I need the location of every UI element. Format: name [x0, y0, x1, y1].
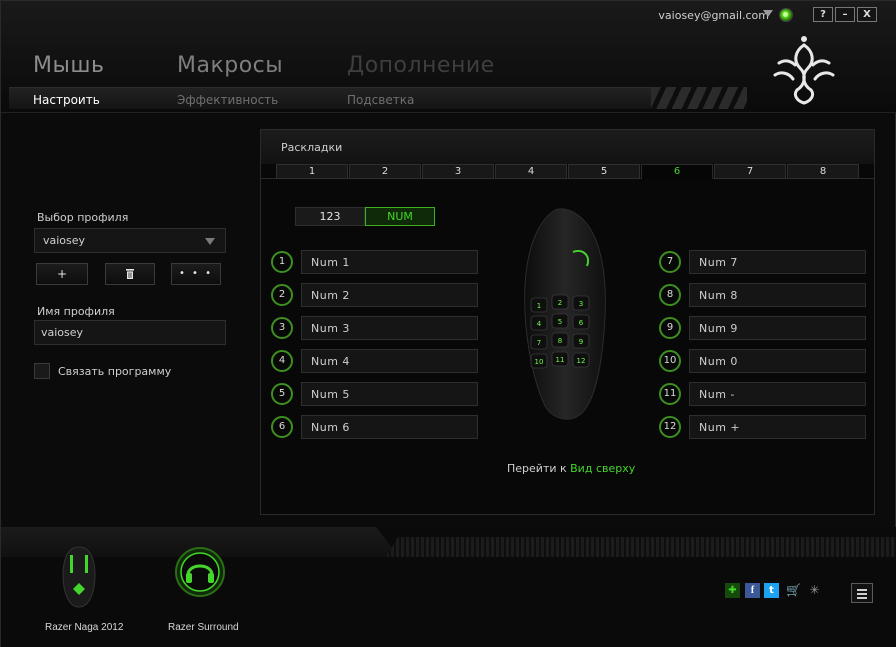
razer-icon[interactable]: ✳: [807, 583, 822, 598]
keymap-tab-2[interactable]: 2: [349, 164, 421, 179]
account-email[interactable]: vaiosey@gmail.com: [658, 9, 769, 22]
tab-macros[interactable]: Макросы: [177, 53, 283, 78]
keymap-tab-5[interactable]: 5: [568, 164, 640, 179]
keymap-panel: Раскладки 1 2 3 4 5 6 7 8 123 NUM 1 Num …: [260, 129, 875, 515]
header: vaiosey@gmail.com ? – X Мышь Макросы Доп…: [1, 1, 896, 113]
profile-name-input[interactable]: [34, 320, 226, 345]
key-number: 8: [659, 284, 681, 306]
close-button[interactable]: X: [857, 7, 877, 22]
mouse-side-view-icon: 1 2 3 4 5 6 7 8 9 10 11 12: [524, 208, 606, 420]
key-assignment-field[interactable]: Num 2: [301, 283, 478, 307]
subnav-bar: [9, 87, 659, 109]
decorative-stripes: [651, 87, 747, 109]
cart-icon[interactable]: 🛒: [786, 583, 801, 598]
key-number: 9: [659, 317, 681, 339]
subtab-customize[interactable]: Настроить: [33, 93, 100, 107]
key-number: 11: [659, 383, 681, 405]
mouse-grid-label: 9: [579, 338, 583, 346]
keymap-tab-1[interactable]: 1: [276, 164, 348, 179]
mouse-grid-label: 3: [579, 300, 583, 308]
key-assignment-field[interactable]: Num 9: [689, 316, 866, 340]
menu-button[interactable]: [851, 583, 873, 603]
panel-topbar: [261, 130, 874, 164]
minimize-button[interactable]: –: [835, 7, 855, 22]
key-number: 3: [271, 317, 293, 339]
mode-num-button[interactable]: NUM: [365, 207, 435, 226]
goto-view-text: Перейти к Вид сверху: [507, 462, 635, 475]
profile-selected-value: vaiosey: [43, 234, 86, 247]
subtab-performance[interactable]: Эффективность: [177, 93, 278, 107]
headphones-icon[interactable]: [175, 547, 225, 597]
dock-pattern: [386, 537, 896, 557]
keymap-tab-8[interactable]: 8: [787, 164, 859, 179]
tab-addons[interactable]: Дополнение: [347, 53, 495, 78]
goto-prefix: Перейти к: [507, 462, 567, 475]
mouse-grid-label: 1: [537, 302, 541, 310]
profile-name-label: Имя профиля: [37, 305, 115, 318]
mouse-grid-label: 4: [537, 320, 542, 328]
profile-select-label: Выбор профиля: [37, 211, 129, 224]
menu-icon: [857, 589, 867, 591]
account-dropdown-icon[interactable]: [763, 10, 773, 17]
mouse-icon[interactable]: [59, 545, 99, 609]
mouse-grid-label: 12: [577, 357, 586, 365]
delete-profile-button[interactable]: [105, 263, 155, 285]
key-assignment-field[interactable]: Num -: [689, 382, 866, 406]
mouse-grid-label: 5: [558, 318, 562, 326]
chevron-down-icon: [205, 238, 215, 245]
mouse-grid-label: 2: [558, 299, 562, 307]
mouse-grid-label: 6: [579, 319, 584, 327]
mouse-grid-label: 10: [535, 358, 544, 366]
key-number: 5: [271, 383, 293, 405]
keymap-tab-4[interactable]: 4: [495, 164, 567, 179]
keymaps-title: Раскладки: [281, 141, 343, 154]
razer-logo-icon: [773, 36, 835, 105]
mouse-grid-label: 8: [558, 337, 562, 345]
mouse-grid-label: 11: [556, 356, 565, 364]
trash-icon: [126, 268, 134, 279]
keymap-tab-3[interactable]: 3: [422, 164, 494, 179]
online-status-icon: [779, 8, 793, 22]
key-assignment-field[interactable]: Num 6: [301, 415, 478, 439]
key-number: 1: [271, 251, 293, 273]
key-assignment-field[interactable]: Num 3: [301, 316, 478, 340]
keymap-tab-6[interactable]: 6: [641, 164, 713, 179]
facebook-icon[interactable]: f: [745, 583, 760, 598]
help-button[interactable]: ?: [813, 7, 833, 22]
key-number: 12: [659, 416, 681, 438]
device-dock: Razer Naga 2012 Razer Surround ✚ f t 🛒 ✳: [1, 527, 896, 647]
add-profile-button[interactable]: +: [36, 263, 88, 285]
synapse-window: vaiosey@gmail.com ? – X Мышь Макросы Доп…: [0, 0, 896, 647]
key-assignment-field[interactable]: Num 4: [301, 349, 478, 373]
key-number: 7: [659, 251, 681, 273]
more-options-button[interactable]: • • •: [171, 263, 221, 285]
twitter-icon[interactable]: t: [764, 583, 779, 598]
tab-mouse[interactable]: Мышь: [33, 53, 104, 78]
key-assignment-field[interactable]: Num +: [689, 415, 866, 439]
key-assignment-field[interactable]: Num 5: [301, 382, 478, 406]
link-program-label: Связать программу: [58, 365, 172, 378]
goto-top-view-link[interactable]: Вид сверху: [570, 462, 635, 475]
key-assignment-field[interactable]: Num 1: [301, 250, 478, 274]
key-number: 4: [271, 350, 293, 372]
subtab-lighting[interactable]: Подсветка: [347, 93, 414, 107]
key-assignment-field[interactable]: Num 0: [689, 349, 866, 373]
mode-123-button[interactable]: 123: [295, 207, 365, 226]
gift-icon[interactable]: ✚: [725, 583, 740, 598]
keymap-tab-7[interactable]: 7: [714, 164, 786, 179]
device-label-naga[interactable]: Razer Naga 2012: [45, 622, 123, 633]
mouse-grid-label: 7: [537, 339, 541, 347]
key-number: 10: [659, 350, 681, 372]
link-program-checkbox[interactable]: [34, 363, 50, 379]
key-assignment-field[interactable]: Num 7: [689, 250, 866, 274]
key-number: 2: [271, 284, 293, 306]
device-label-surround[interactable]: Razer Surround: [168, 622, 239, 633]
profile-select[interactable]: vaiosey: [34, 228, 226, 253]
key-number: 6: [271, 416, 293, 438]
key-assignment-field[interactable]: Num 8: [689, 283, 866, 307]
